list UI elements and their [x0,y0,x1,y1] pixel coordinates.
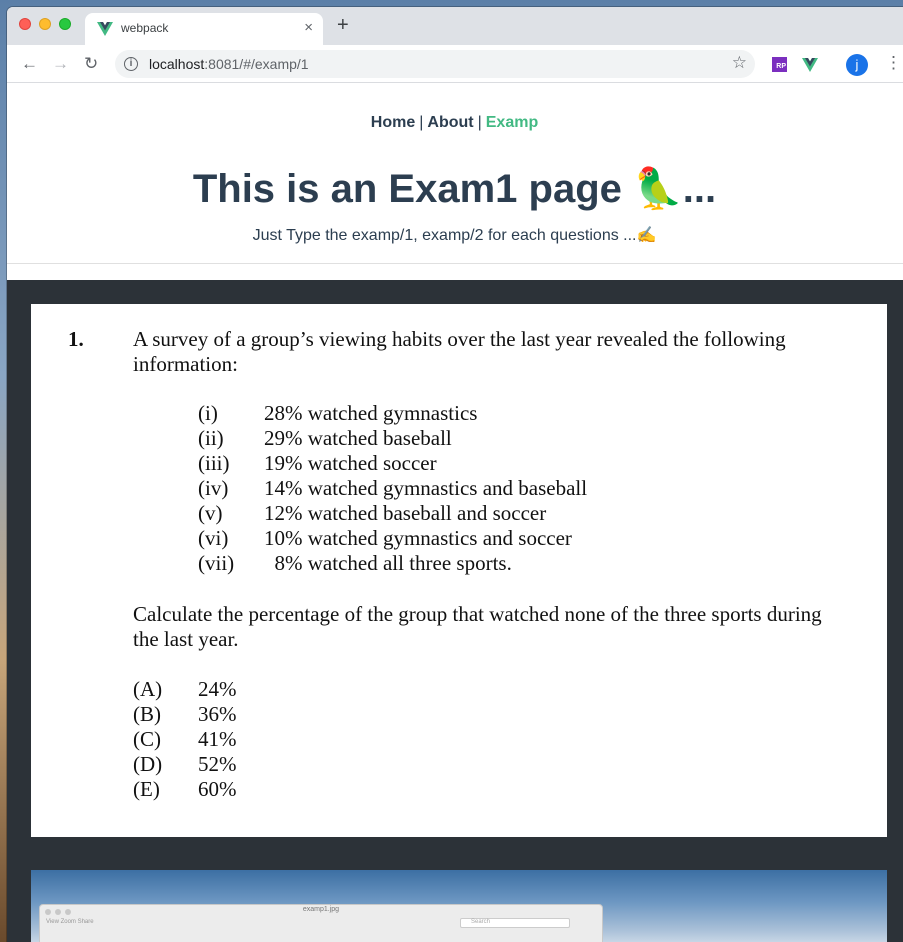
choice-letter: (B) [133,702,161,726]
second-screenshot-image: examp1.jpg View Zoom Share Search [31,870,887,942]
info-item: (vii) 8% watched all three sports. [198,551,587,576]
url-path: :8081/#/examp/1 [204,56,309,72]
choice-a: (A) 24% [133,677,237,702]
nav-separator: | [419,114,424,131]
question-text: A survey of a group’s viewing habits ove… [133,327,786,376]
extension-rp-icon[interactable]: RP [772,57,787,72]
choice-letter: (C) [133,727,161,751]
browser-window: webpack × + ← → ↻ i localhost:8081/#/exa… [7,7,903,942]
address-bar[interactable]: i localhost:8081/#/examp/1 ☆ [115,50,755,78]
choice-letter: (A) [133,677,163,701]
info-item: (ii) 29% watched baseball [198,426,587,451]
vue-logo-icon [97,22,113,36]
site-info-icon[interactable]: i [124,57,138,71]
info-item: (v) 12% watched baseball and soccer [198,501,587,526]
nav-link-examp[interactable]: Examp [486,114,538,131]
vue-devtools-icon[interactable] [802,57,818,73]
choice-letter: (E) [133,777,160,801]
reload-icon[interactable]: ↻ [84,54,98,74]
info-text: 8% watched all three sports. [264,551,512,575]
info-item: (vi) 10% watched gymnastics and soccer [198,526,587,551]
nav-link-about[interactable]: About [427,114,473,131]
info-item: (iv) 14% watched gymnastics and baseball [198,476,587,501]
preview-app-window: examp1.jpg View Zoom Share Search [39,904,603,942]
question-number: 1. [68,327,84,351]
maximize-window-button[interactable] [59,18,71,30]
back-arrow-icon[interactable]: ← [21,54,38,74]
choice-d: (D) 52% [133,752,237,777]
minimize-window-button[interactable] [39,18,51,30]
url-text[interactable]: localhost:8081/#/examp/1 [149,56,309,72]
preview-window-title: examp1.jpg [302,906,340,913]
preview-toolbar: View Zoom Share [46,919,94,925]
exam-panel: 1. A survey of a group’s viewing habits … [7,280,903,942]
divider [7,263,903,264]
answer-choices: (A) 24% (B) 36% (C) 41% (D) 52% (E) 60% [133,677,237,802]
nav-link-home[interactable]: Home [371,114,415,131]
choice-value: 41% [198,727,237,751]
info-numeral: (i) [198,401,218,425]
close-window-button[interactable] [19,18,31,30]
choice-c: (C) 41% [133,727,237,752]
forward-arrow-icon[interactable]: → [52,54,69,74]
choice-b: (B) 36% [133,702,237,727]
info-text: 28% watched gymnastics [264,401,478,425]
info-text: 12% watched baseball and soccer [264,501,547,525]
info-numeral: (iv) [198,476,229,500]
top-nav: Home | About | Examp [7,114,902,132]
preview-search-field: Search [460,918,570,928]
new-tab-button[interactable]: + [337,15,349,35]
choice-value: 52% [198,752,237,776]
choice-letter: (D) [133,752,163,776]
exam-question-image: 1. A survey of a group’s viewing habits … [31,304,887,837]
info-text: 29% watched baseball [264,426,452,450]
url-host: localhost [149,56,205,72]
question-prompt: Calculate the percentage of the group th… [133,602,822,651]
info-item: (i) 28% watched gymnastics [198,401,587,426]
info-list: (i) 28% watched gymnastics (ii) 29% watche… [198,401,587,576]
nav-separator: | [477,114,482,131]
choice-e: (E) 60% [133,777,237,802]
bookmark-star-icon[interactable]: ☆ [732,53,747,73]
choice-value: 24% [198,677,237,701]
info-item: (iii) 19% watched soccer [198,451,587,476]
page-title: This is an Exam1 page 🦜... [192,167,717,211]
page-content: Home | About | Examp This is an Exam1 page 🦜… [7,83,903,942]
tab-close-icon[interactable]: × [304,19,313,36]
info-text: 14% watched gymnastics and baseball [264,476,588,500]
info-numeral: (v) [198,501,223,525]
choice-value: 60% [198,777,237,801]
browser-toolbar: ← → ↻ i localhost:8081/#/examp/1 ☆ RP j … [7,45,903,83]
info-text: 10% watched gymnastics and soccer [264,526,572,550]
profile-avatar[interactable]: j [846,54,868,76]
choice-value: 36% [198,702,237,726]
info-text: 19% watched soccer [264,451,437,475]
info-numeral: (ii) [198,426,224,450]
info-numeral: (vii) [198,551,235,575]
info-numeral: (iii) [198,451,230,475]
page-subtitle: Just Type the examp/1, examp/2 for each … [252,227,657,244]
menu-kebab-icon[interactable]: ⋮ [885,53,902,73]
tab-webpack[interactable]: webpack × [85,13,323,45]
tab-title: webpack [121,21,169,35]
tab-strip: webpack × + [7,7,903,45]
info-numeral: (vi) [198,526,229,550]
